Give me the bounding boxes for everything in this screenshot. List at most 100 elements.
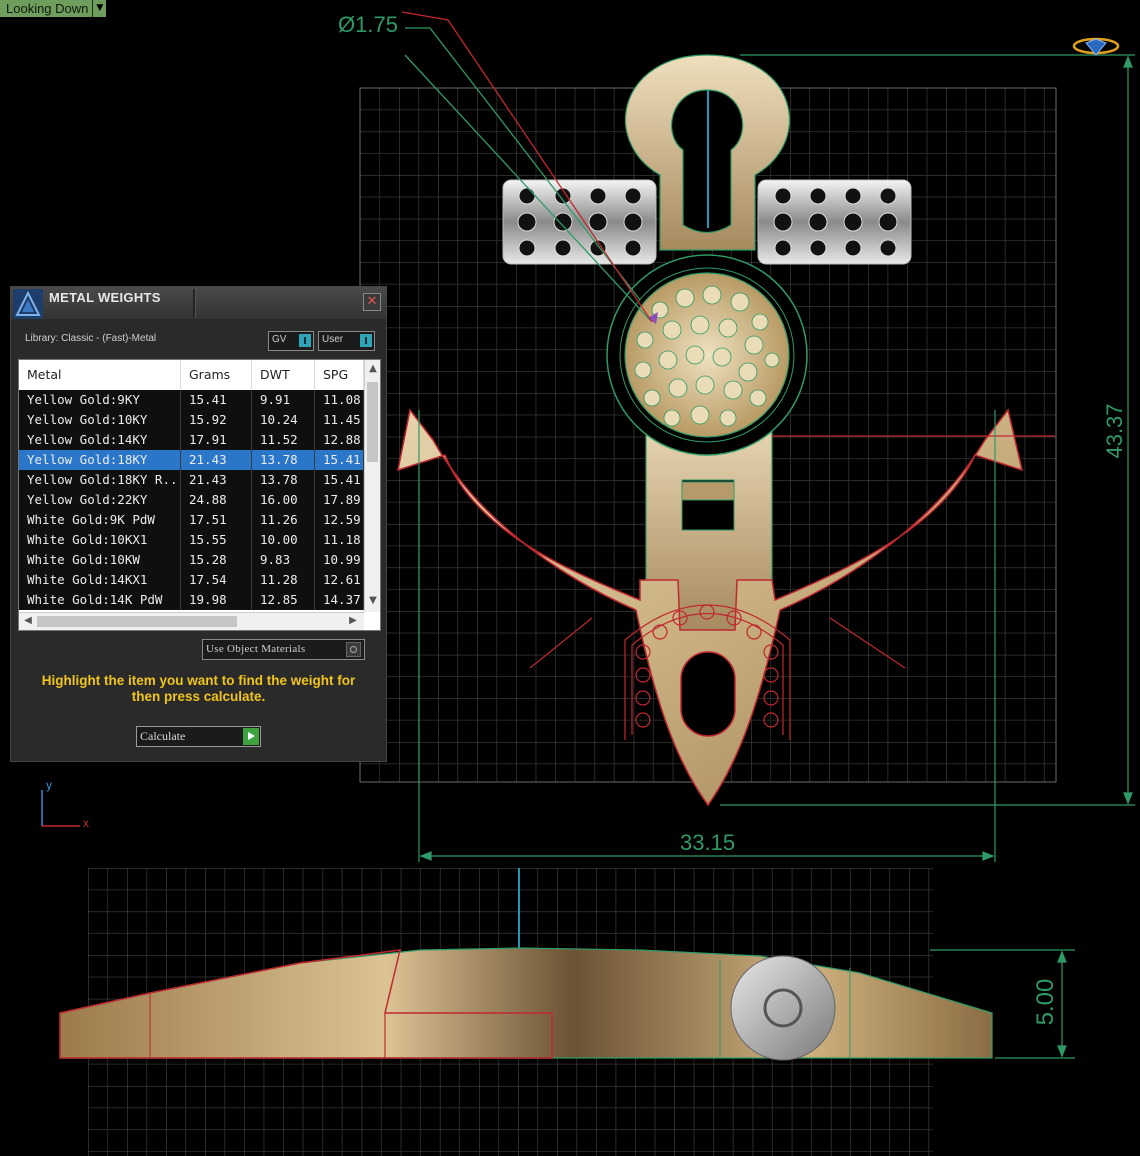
cell-metal: White Gold:14K PdW — [19, 590, 181, 610]
cell-dwt: 13.78 — [252, 450, 315, 470]
scroll-right-icon[interactable]: ▶ — [346, 614, 360, 628]
axis-triad — [41, 790, 80, 827]
app-logo-icon — [13, 289, 43, 319]
table-row[interactable]: Yellow Gold:9KY 15.41 9.91 11.08 — [19, 390, 364, 410]
cell-grams: 24.88 — [181, 490, 252, 510]
cell-grams: 21.43 — [181, 450, 252, 470]
cell-dwt: 10.00 — [252, 530, 315, 550]
metal-weights-panel[interactable]: METAL WEIGHTS ✕ Library: Classic - (Fast… — [10, 286, 387, 762]
side-viewport[interactable]: 5.00 — [0, 868, 1140, 1156]
table-row[interactable]: White Gold:14K PdW 19.98 12.85 14.37 — [19, 590, 364, 610]
horizontal-scrollbar[interactable]: ◀ ▶ — [19, 612, 364, 630]
scroll-down-icon[interactable]: ▼ — [366, 594, 380, 608]
cell-spg: 15.41 — [315, 470, 364, 490]
side-view-canvas[interactable] — [0, 868, 1140, 1156]
perforated-tube-right — [757, 179, 912, 265]
gv-toggle-label: GV — [272, 334, 287, 345]
instructions-label: Highlight the item you want to find the … — [41, 673, 356, 704]
scroll-up-icon[interactable]: ▲ — [366, 362, 380, 376]
side-ring — [730, 955, 836, 1061]
table-row[interactable]: Yellow Gold:22KY 24.88 16.00 17.89 — [19, 490, 364, 510]
toggle-indicator — [360, 334, 372, 347]
library-label: Library: Classic - (Fast)-Metal — [25, 333, 157, 344]
toggle-indicator — [299, 334, 311, 347]
user-toggle[interactable]: User — [318, 331, 375, 351]
vertical-scrollbar[interactable]: ▲ ▼ — [364, 360, 380, 612]
instructions-text: Highlight the item you want to find the … — [11, 673, 386, 705]
table-row[interactable]: Yellow Gold:18KY R... 21.43 13.78 15.41 — [19, 470, 364, 490]
dimension-thickness: 5.00 — [1032, 978, 1059, 1026]
calculate-label: Calculate — [140, 729, 186, 743]
dimension-height: 43.37 — [1102, 403, 1127, 459]
cell-metal: Yellow Gold:10KY — [19, 410, 181, 430]
panel-title: METAL WEIGHTS — [49, 290, 161, 305]
table-row[interactable]: White Gold:10KX1 15.55 10.00 11.18 — [19, 530, 364, 550]
cell-spg: 11.45 — [315, 410, 364, 430]
scroll-left-icon[interactable]: ◀ — [21, 614, 35, 628]
scroll-thumb[interactable] — [37, 616, 237, 627]
cell-metal: Yellow Gold:14KY — [19, 430, 181, 450]
crown-hole — [680, 651, 736, 737]
column-header-metal[interactable]: Metal — [19, 360, 181, 390]
cell-dwt: 9.91 — [252, 390, 315, 410]
cell-metal: White Gold:9K PdW — [19, 510, 181, 530]
column-header-grams[interactable]: Grams — [181, 360, 252, 390]
calculate-button[interactable]: Calculate — [136, 726, 261, 747]
use-object-materials-toggle[interactable]: Use Object Materials — [202, 639, 365, 660]
cell-grams: 17.54 — [181, 570, 252, 590]
use-object-materials-label: Use Object Materials — [206, 643, 306, 655]
scroll-thumb[interactable] — [367, 382, 378, 462]
table-header: Metal Grams DWT SPG — [19, 360, 364, 390]
dimension-diameter: Ø1.75 — [338, 12, 398, 37]
panel-title-bar[interactable]: METAL WEIGHTS ✕ — [11, 287, 386, 319]
table-row[interactable]: Yellow Gold:10KY 15.92 10.24 11.45 — [19, 410, 364, 430]
cell-grams: 15.28 — [181, 550, 252, 570]
cell-grams: 21.43 — [181, 470, 252, 490]
cell-grams: 17.91 — [181, 430, 252, 450]
cell-dwt: 10.24 — [252, 410, 315, 430]
close-icon[interactable]: ✕ — [363, 293, 381, 311]
metal-table[interactable]: Metal Grams DWT SPG Yellow Gold:9KY 15.41… — [18, 359, 381, 631]
cell-dwt: 11.52 — [252, 430, 315, 450]
column-header-dwt[interactable]: DWT — [252, 360, 315, 390]
cell-spg: 17.89 — [315, 490, 364, 510]
cell-spg: 12.61 — [315, 570, 364, 590]
cell-dwt: 9.83 — [252, 550, 315, 570]
cell-grams: 17.51 — [181, 510, 252, 530]
cell-grams: 15.92 — [181, 410, 252, 430]
user-toggle-label: User — [322, 334, 344, 345]
cell-dwt: 11.26 — [252, 510, 315, 530]
dropdown-arrow-icon[interactable]: ▼ — [92, 0, 107, 17]
cell-metal: White Gold:10KX1 — [19, 530, 181, 550]
cell-metal: Yellow Gold:18KY R... — [19, 470, 181, 490]
table-row[interactable]: White Gold:14KX1 17.54 11.28 12.61 — [19, 570, 364, 590]
cell-dwt: 11.28 — [252, 570, 315, 590]
pave-disc — [606, 254, 808, 456]
axis-x-label: x — [83, 816, 89, 830]
table-row[interactable]: White Gold:9K PdW 17.51 11.26 12.59 — [19, 510, 364, 530]
toggle-knob[interactable] — [346, 642, 361, 657]
gv-toggle[interactable]: GV — [268, 331, 314, 351]
cell-metal: White Gold:10KW — [19, 550, 181, 570]
cell-dwt: 16.00 — [252, 490, 315, 510]
cell-spg: 10.99 — [315, 550, 364, 570]
view-label-dropdown[interactable]: Looking Down ▼ — [0, 0, 107, 17]
table-row[interactable]: Yellow Gold:14KY 17.91 11.52 12.88 — [19, 430, 364, 450]
view-label: Looking Down — [0, 0, 93, 17]
column-header-spg[interactable]: SPG — [315, 360, 364, 390]
cell-spg: 14.37 — [315, 590, 364, 610]
view-cube-icon[interactable] — [1072, 37, 1120, 56]
cell-spg: 15.41 — [315, 450, 364, 470]
cell-metal: White Gold:14KX1 — [19, 570, 181, 590]
cell-grams: 15.41 — [181, 390, 252, 410]
table-row[interactable]: White Gold:10KW 15.28 9.83 10.99 — [19, 550, 364, 570]
dimension-width: 33.15 — [680, 830, 736, 855]
cell-spg: 11.08 — [315, 390, 364, 410]
cell-metal: Yellow Gold:9KY — [19, 390, 181, 410]
cell-dwt: 13.78 — [252, 470, 315, 490]
cell-dwt: 12.85 — [252, 590, 315, 610]
table-row[interactable]: Yellow Gold:18KY 21.43 13.78 15.41 — [19, 450, 364, 470]
play-icon[interactable] — [243, 728, 259, 745]
cell-grams: 15.55 — [181, 530, 252, 550]
cell-metal: Yellow Gold:22KY — [19, 490, 181, 510]
